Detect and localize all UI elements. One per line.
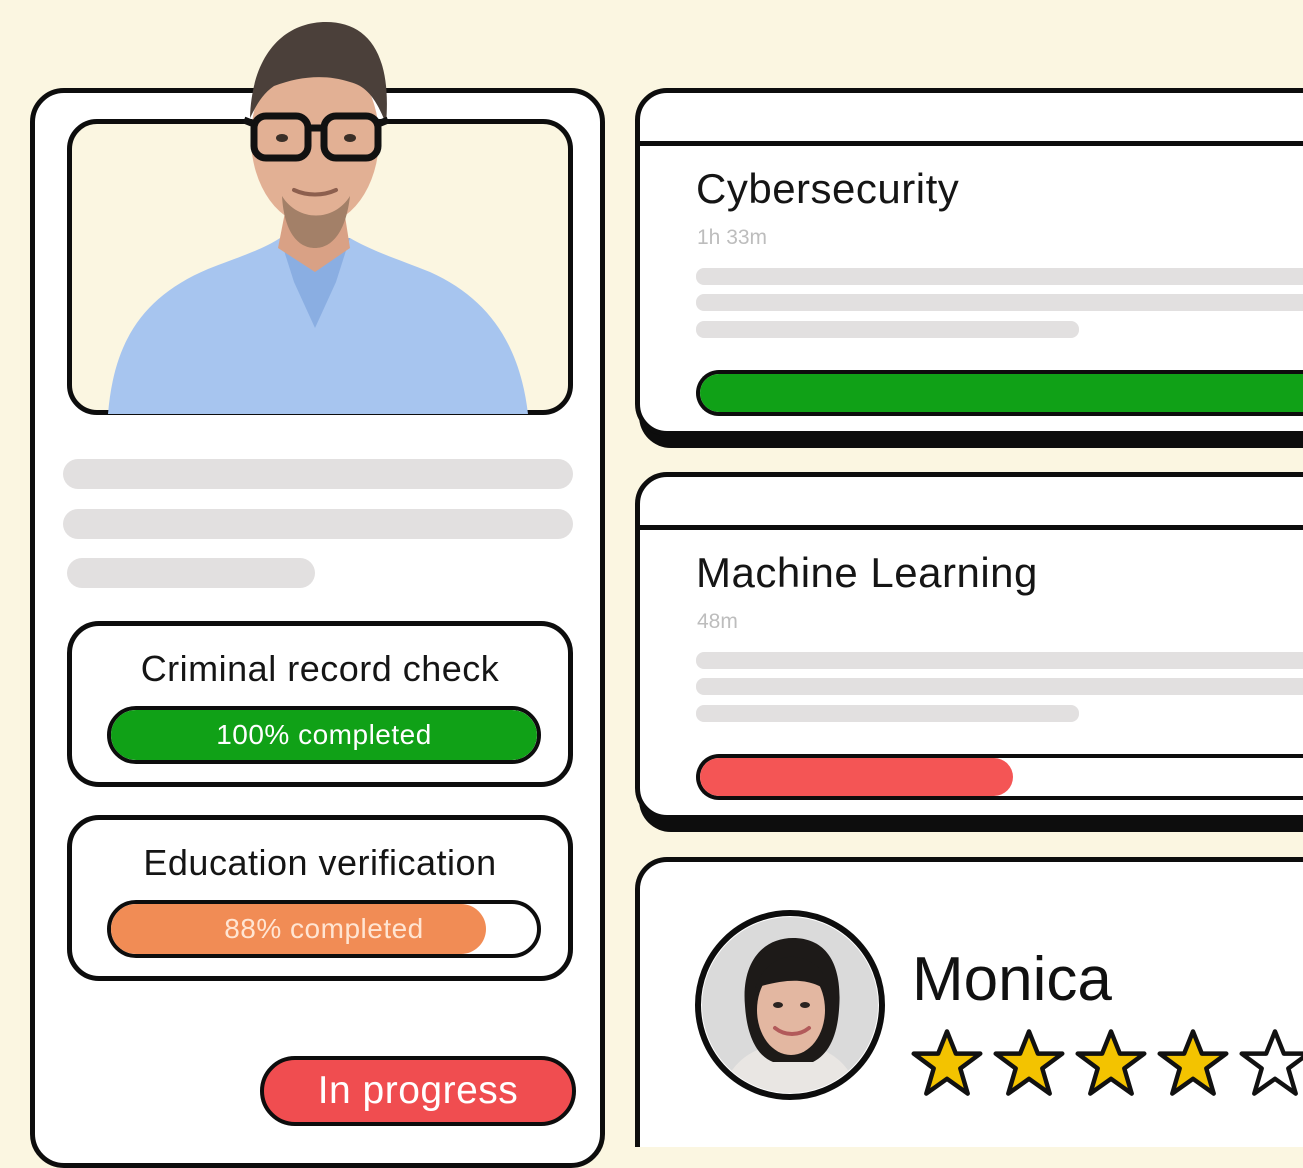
rating-stars	[910, 1027, 1303, 1101]
course-progress-bar	[696, 754, 1303, 800]
course-text-placeholder-3	[696, 321, 1079, 338]
star-icon[interactable]	[992, 1027, 1066, 1101]
course-title: Machine Learning	[696, 549, 1038, 596]
course-text-placeholder-2	[696, 678, 1303, 695]
course-progress-fill	[700, 758, 1014, 796]
woman-portrait-icon	[695, 910, 885, 1100]
reviewer-name: Monica	[912, 945, 1112, 1014]
course-text-placeholder-1	[696, 268, 1303, 285]
status-badge[interactable]: In progress	[260, 1056, 576, 1126]
course-text-placeholder-2	[696, 294, 1303, 311]
criminal-record-progress-bar: 100% completed	[107, 706, 541, 764]
course-card-header	[640, 477, 1303, 530]
course-progress-fill	[700, 374, 1303, 412]
progress-label: 100% completed	[216, 719, 432, 750]
star-icon[interactable]	[1074, 1027, 1148, 1101]
star-icon[interactable]	[910, 1027, 984, 1101]
star-icon[interactable]	[1156, 1027, 1230, 1101]
course-duration: 1h 33m	[697, 226, 768, 249]
man-portrait-icon	[108, 22, 528, 414]
course-text-placeholder-3	[696, 705, 1079, 722]
check-title: Criminal record check	[140, 648, 500, 689]
profile-text-placeholder-3	[67, 558, 315, 588]
profile-text-placeholder-2	[63, 509, 573, 539]
course-text-placeholder-1	[696, 652, 1303, 669]
course-progress-bar	[696, 370, 1303, 416]
review-card: Monica	[635, 857, 1303, 1147]
course-duration: 48m	[697, 610, 738, 633]
course-title: Cybersecurity	[696, 165, 960, 212]
course-card-cybersecurity[interactable]: Cybersecurity 1h 33m	[635, 88, 1303, 436]
education-progress-bar: 88% completed	[107, 900, 541, 958]
check-title: Education verification	[143, 842, 497, 883]
course-card-header	[640, 93, 1303, 146]
course-card-machine-learning[interactable]: Machine Learning 48m	[635, 472, 1303, 820]
star-icon[interactable]	[1238, 1027, 1303, 1101]
education-verification-card: Education verification 88% completed	[67, 815, 573, 981]
criminal-record-check-card: Criminal record check 100% completed	[67, 621, 573, 787]
profile-text-placeholder-1	[63, 459, 573, 489]
progress-label: 88% completed	[224, 913, 424, 944]
